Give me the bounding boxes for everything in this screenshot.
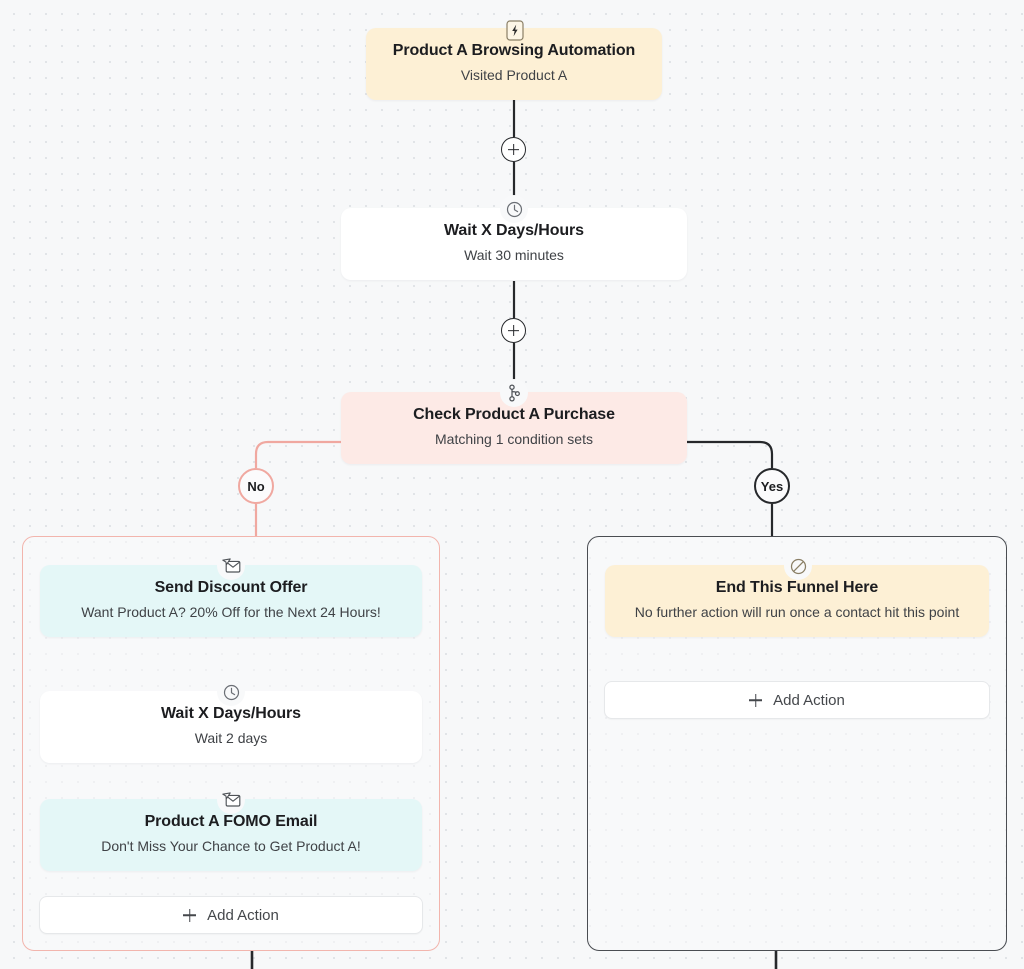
node-end-funnel-title: End This Funnel Here [715,579,879,596]
ban-icon [784,552,812,580]
branch-split-icon [500,379,528,407]
node-condition-title: Check Product A Purchase [413,406,615,423]
add-action-label-no-branch: Add Action [207,906,279,924]
plus-icon [183,909,196,922]
branch-label-yes-text: Yes [760,478,784,494]
node-trigger-title: Product A Browsing Automation [392,42,636,59]
lightning-bolt-icon [501,16,529,44]
plus-icon [508,144,519,155]
branch-label-no-text: No [247,478,265,494]
branch-label-no[interactable]: No [238,468,274,504]
node-wait-1-subtitle: Wait 30 minutes [464,246,564,263]
node-wait-1-title: Wait X Days/Hours [444,222,584,239]
node-condition-subtitle: Matching 1 condition sets [435,430,593,447]
send-email-icon [217,786,245,814]
node-wait-2-title: Wait X Days/Hours [161,705,301,722]
plus-icon [508,325,519,336]
node-fomo-email-subtitle: Don't Miss Your Chance to Get Product A! [101,837,361,854]
add-action-button-no-branch[interactable]: Add Action [39,896,423,934]
add-step-button-2[interactable] [501,318,526,343]
branch-label-yes[interactable]: Yes [754,468,790,504]
node-send-discount-offer-subtitle: Want Product A? 20% Off for the Next 24 … [81,603,381,620]
plus-icon [749,694,762,707]
add-step-button-1[interactable] [501,137,526,162]
automation-flow-canvas[interactable]: Product A Browsing Automation Visited Pr… [0,0,1024,969]
clock-icon [217,678,245,706]
node-end-funnel-subtitle: No further action will run once a contac… [634,603,960,620]
add-action-button-yes-branch[interactable]: Add Action [604,681,990,719]
send-email-icon [217,552,245,580]
add-action-label-yes-branch: Add Action [773,691,845,709]
clock-icon [500,195,528,223]
node-fomo-email-title: Product A FOMO Email [144,813,318,830]
node-wait-2-subtitle: Wait 2 days [194,729,268,746]
node-send-discount-offer-title: Send Discount Offer [154,579,308,596]
node-trigger-subtitle: Visited Product A [460,66,568,83]
